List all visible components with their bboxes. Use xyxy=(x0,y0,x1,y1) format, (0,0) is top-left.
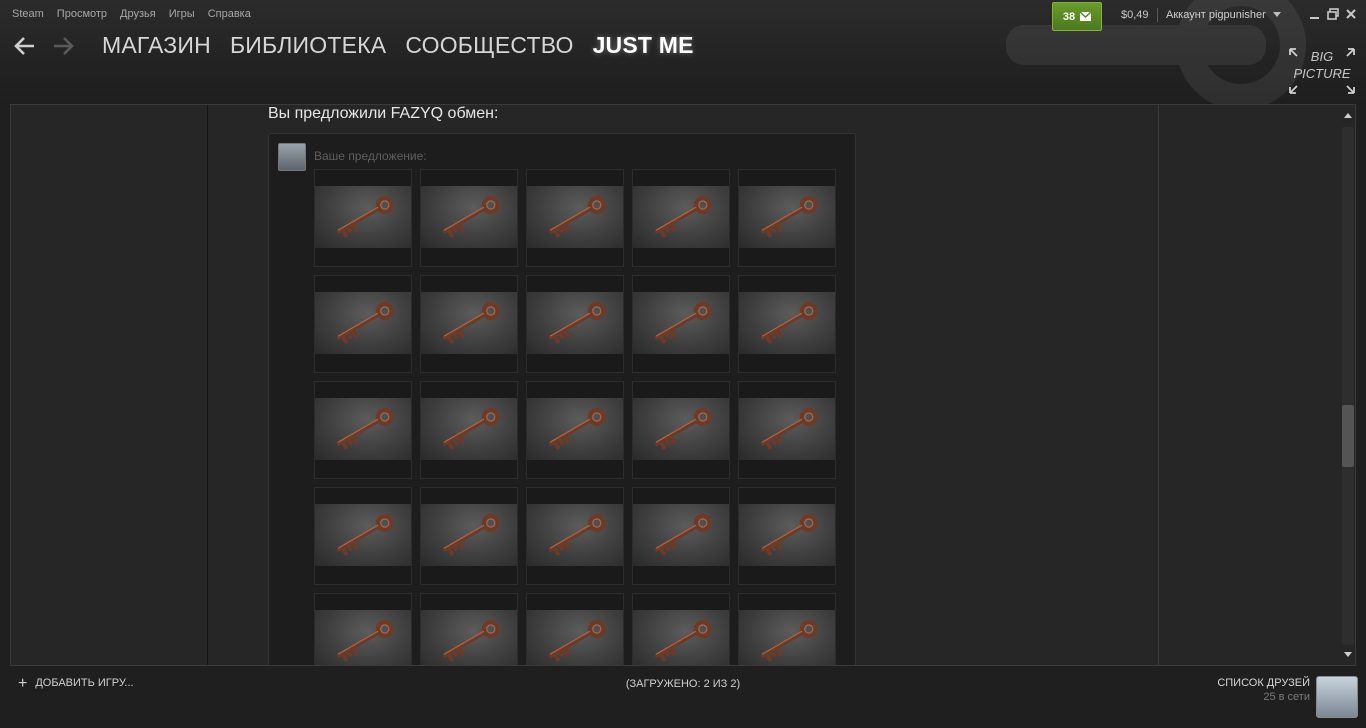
trade-item-slot[interactable] xyxy=(314,381,412,479)
notifications-button[interactable]: 38 xyxy=(1052,2,1102,31)
trade-item-slot[interactable] xyxy=(526,275,624,373)
trade-item-slot[interactable] xyxy=(314,169,412,267)
trade-item-slot[interactable] xyxy=(632,593,730,665)
scroll-down-icon[interactable] xyxy=(1343,649,1353,659)
key-icon xyxy=(760,514,818,556)
menu-friends[interactable]: Друзья xyxy=(120,8,156,20)
key-icon xyxy=(442,514,500,556)
menu-steam[interactable]: Steam xyxy=(12,8,44,20)
menu-help[interactable]: Справка xyxy=(208,8,251,20)
friends-online: 25 в сети xyxy=(1263,691,1310,703)
chevron-down-icon[interactable] xyxy=(1273,12,1281,17)
trade-item-slot[interactable] xyxy=(314,593,412,665)
tab-profile[interactable]: JUST ME xyxy=(593,32,694,59)
content-area: Вы предложили FAZYQ обмен: Ваше предложе… xyxy=(10,104,1356,666)
scrollbar[interactable] xyxy=(1340,105,1355,665)
key-icon xyxy=(654,302,712,344)
trade-item-slot[interactable] xyxy=(738,593,836,665)
trade-item-slot[interactable] xyxy=(526,487,624,585)
key-icon xyxy=(760,408,818,450)
menu-bar: Steam Просмотр Друзья Игры Справка xyxy=(12,8,251,20)
trade-item-slot[interactable] xyxy=(526,169,624,267)
key-icon xyxy=(442,620,500,662)
key-icon xyxy=(548,196,606,238)
friends-list-button[interactable]: СПИСОК ДРУЗЕЙ 25 в сети xyxy=(1217,677,1310,703)
envelope-icon xyxy=(1080,12,1092,21)
divider xyxy=(1157,8,1158,22)
trade-item-slot[interactable] xyxy=(314,275,412,373)
trade-item-slot[interactable] xyxy=(738,381,836,479)
key-icon xyxy=(336,408,394,450)
key-icon xyxy=(442,302,500,344)
key-icon xyxy=(548,514,606,556)
menu-view[interactable]: Просмотр xyxy=(57,8,107,20)
forward-arrow-icon[interactable] xyxy=(50,33,76,59)
key-icon xyxy=(654,514,712,556)
trade-item-slot[interactable] xyxy=(420,381,518,479)
key-icon xyxy=(760,620,818,662)
key-icon xyxy=(548,620,606,662)
scroll-up-icon[interactable] xyxy=(1343,111,1353,121)
key-icon xyxy=(336,302,394,344)
key-icon xyxy=(442,408,500,450)
minimize-icon[interactable] xyxy=(1308,7,1322,21)
trade-item-slot[interactable] xyxy=(314,487,412,585)
trade-item-slot[interactable] xyxy=(632,275,730,373)
trade-item-slot[interactable] xyxy=(420,169,518,267)
trade-item-slot[interactable] xyxy=(632,487,730,585)
offer-panel: Ваше предложение: xyxy=(268,133,856,665)
wallet-balance[interactable]: $0,49 xyxy=(1121,9,1149,21)
trade-item-slot[interactable] xyxy=(526,593,624,665)
key-icon xyxy=(760,196,818,238)
left-column xyxy=(11,105,208,665)
offer-label: Ваше предложение: xyxy=(314,149,427,163)
tab-community[interactable]: СООБЩЕСТВО xyxy=(405,32,573,59)
back-arrow-icon[interactable] xyxy=(12,33,38,59)
key-icon xyxy=(548,302,606,344)
scroll-thumb[interactable] xyxy=(1342,405,1354,467)
trade-item-slot[interactable] xyxy=(632,169,730,267)
key-icon xyxy=(548,408,606,450)
big-picture-label-1: BIG xyxy=(1310,49,1334,64)
key-icon xyxy=(760,302,818,344)
trade-item-slot[interactable] xyxy=(632,381,730,479)
friends-title: СПИСОК ДРУЗЕЙ xyxy=(1217,677,1310,689)
item-grid xyxy=(314,169,836,665)
trade-item-slot[interactable] xyxy=(420,593,518,665)
message-count: 38 xyxy=(1062,10,1076,23)
key-icon xyxy=(442,196,500,238)
account-menu[interactable]: Аккаунт pigpunisher xyxy=(1166,9,1266,21)
main-nav: МАГАЗИН БИБЛИОТЕКА СООБЩЕСТВО JUST ME xyxy=(12,32,694,59)
big-picture-button[interactable]: BIG PICTURE xyxy=(1287,46,1357,96)
trade-title: Вы предложили FAZYQ обмен: xyxy=(268,105,499,122)
key-icon xyxy=(654,408,712,450)
tab-store[interactable]: МАГАЗИН xyxy=(102,32,211,59)
right-column xyxy=(1158,105,1339,665)
avatar[interactable] xyxy=(278,143,306,171)
title-bar: Steam Просмотр Друзья Игры Справка МАГАЗ… xyxy=(0,0,1366,104)
trade-item-slot[interactable] xyxy=(738,169,836,267)
key-icon xyxy=(336,196,394,238)
key-icon xyxy=(654,620,712,662)
menu-games[interactable]: Игры xyxy=(169,8,195,20)
trade-item-slot[interactable] xyxy=(738,487,836,585)
key-icon xyxy=(654,196,712,238)
key-icon xyxy=(336,514,394,556)
close-icon[interactable] xyxy=(1344,7,1358,21)
bottom-bar: + ДОБАВИТЬ ИГРУ... (ЗАГРУЖЕНО: 2 ИЗ 2) С… xyxy=(0,666,1366,728)
tab-library[interactable]: БИБЛИОТЕКА xyxy=(230,32,386,59)
trade-item-slot[interactable] xyxy=(420,275,518,373)
restore-icon[interactable] xyxy=(1326,7,1340,21)
download-status[interactable]: (ЗАГРУЖЕНО: 2 ИЗ 2) xyxy=(0,678,1366,690)
trade-item-slot[interactable] xyxy=(420,487,518,585)
key-icon xyxy=(336,620,394,662)
trade-item-slot[interactable] xyxy=(526,381,624,479)
trade-item-slot[interactable] xyxy=(738,275,836,373)
avatar[interactable] xyxy=(1316,676,1358,718)
big-picture-label-2: PICTURE xyxy=(1293,66,1351,81)
scroll-track[interactable] xyxy=(1342,127,1354,645)
